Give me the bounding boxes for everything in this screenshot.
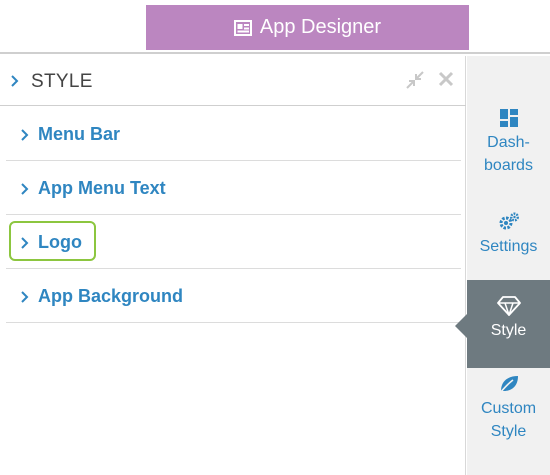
- section-app-background[interactable]: App Background: [6, 269, 461, 323]
- chevron-right-icon: [20, 182, 29, 200]
- right-sidebar: Dash- boards Settings Style Custom Style: [467, 56, 550, 475]
- gears-icon: [498, 212, 520, 232]
- sidebar-item-dashboards[interactable]: Dash- boards: [467, 108, 550, 186]
- app-designer-label: App Designer: [259, 16, 382, 38]
- sidebar-item-label: Settings: [479, 238, 538, 255]
- sidebar-item-label: Style: [490, 322, 527, 339]
- sidebar-item-label: Dash-: [487, 134, 530, 151]
- sidebar-item-label: Custom: [480, 400, 537, 417]
- section-label: Menu Bar: [38, 124, 121, 144]
- app-designer-button[interactable]: App Designer: [146, 5, 469, 50]
- active-item-pointer: [455, 314, 467, 338]
- logo-highlight-outline: [9, 221, 96, 261]
- dashboard-icon: [499, 108, 519, 128]
- top-bar: App Designer: [0, 0, 550, 54]
- sidebar-item-settings[interactable]: Settings: [467, 212, 550, 272]
- sidebar-item-style[interactable]: Style: [467, 280, 550, 368]
- section-menu-bar[interactable]: Menu Bar: [6, 107, 461, 161]
- diamond-icon: [496, 296, 521, 316]
- panel-header: STYLE: [0, 56, 466, 106]
- chevron-right-icon[interactable]: [10, 74, 20, 92]
- collapse-arrows-icon[interactable]: [406, 71, 424, 89]
- chevron-right-icon: [20, 128, 29, 146]
- sidebar-item-custom-style[interactable]: Custom Style: [467, 374, 550, 454]
- section-label: App Background: [38, 286, 184, 306]
- section-app-menu-text[interactable]: App Menu Text: [6, 161, 461, 215]
- chevron-right-icon: [20, 290, 29, 308]
- style-panel: STYLE Menu Bar App Menu Text Logo App Ba…: [0, 56, 466, 475]
- close-icon[interactable]: [438, 71, 454, 89]
- sidebar-item-label: Style: [490, 423, 527, 440]
- leaf-icon: [498, 374, 520, 394]
- sidebar-item-label: boards: [484, 157, 533, 174]
- section-label: App Menu Text: [38, 178, 166, 198]
- panel-title: STYLE: [31, 71, 93, 92]
- layout-icon: [233, 19, 252, 36]
